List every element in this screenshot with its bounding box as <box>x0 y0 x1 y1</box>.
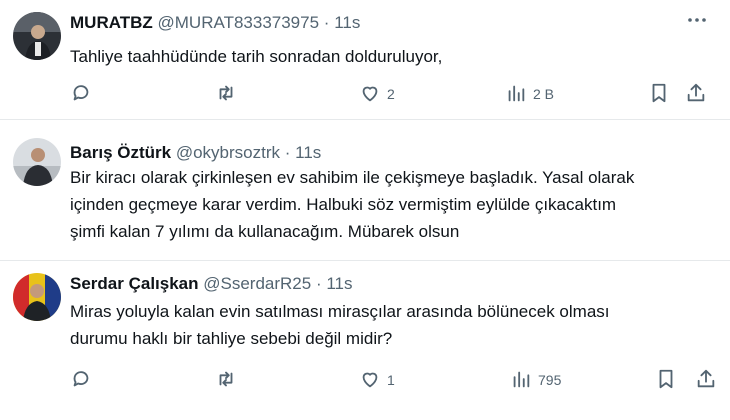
views-count: 2 B <box>533 86 555 102</box>
display-name[interactable]: MURATBZ <box>70 13 153 32</box>
tweet-text: Bir kiracı olarak çirkinleşen ev sahibim… <box>70 164 634 245</box>
reply-icon <box>70 82 92 107</box>
separator-dot: · <box>284 143 291 162</box>
tweet-muratbz[interactable]: MURATBZ @MURAT833373975 · 11s Tahliye ta… <box>0 0 730 118</box>
retweet-button[interactable] <box>215 82 237 106</box>
tweet-text-line: şimfi kalan 7 yılımı da kullanacağım. Mü… <box>70 222 460 241</box>
reply-button[interactable] <box>70 368 92 392</box>
reply-button[interactable] <box>70 82 92 106</box>
separator-dot: · <box>323 13 330 32</box>
tweet-text: Tahliye taahhüdünde tarih sonradan doldu… <box>70 43 442 70</box>
user-handle[interactable]: @MURAT833373975 <box>158 13 320 32</box>
tweet-text-line: içinden geçmeye karar verdim. Halbuki sö… <box>70 195 617 214</box>
action-bar: 2 2 B <box>70 82 720 106</box>
timestamp[interactable]: 11s <box>334 13 360 32</box>
avatar[interactable] <box>13 273 61 321</box>
tweet-text-line: Tahliye taahhüdünde tarih sonradan doldu… <box>70 47 443 66</box>
like-icon <box>359 368 381 393</box>
bookmark-icon <box>655 368 677 393</box>
bookmark-button[interactable] <box>648 82 670 106</box>
tweet-text-line: Bir kiracı olarak çirkinleşen ev sahibim… <box>70 168 635 187</box>
user-handle[interactable]: @SserdarR25 <box>203 274 311 293</box>
retweet-button[interactable] <box>215 368 237 392</box>
avatar[interactable] <box>13 12 61 60</box>
tweet-header: MURATBZ @MURAT833373975 · 11s <box>70 12 360 34</box>
views-count: 795 <box>538 372 562 388</box>
retweet-icon <box>215 82 237 107</box>
tweet-text-line: Miras yoluyla kalan evin satılması miras… <box>70 302 610 321</box>
avatar[interactable] <box>13 138 61 186</box>
tweet-text: Miras yoluyla kalan evin satılması miras… <box>70 298 610 352</box>
like-icon <box>359 82 381 107</box>
tweet-header: Barış Öztürk @okybrsoztrk · 11s <box>70 142 321 164</box>
share-button[interactable] <box>695 368 717 392</box>
share-icon <box>685 82 707 107</box>
bookmark-icon <box>648 82 670 107</box>
tweet-baris-ozturk[interactable]: Barış Öztürk @okybrsoztrk · 11s Bir kira… <box>0 120 730 260</box>
action-bar: 1 795 <box>70 368 720 392</box>
views-icon <box>505 82 527 107</box>
share-button[interactable] <box>685 82 707 106</box>
separator-dot: · <box>315 274 322 293</box>
reply-icon <box>70 368 92 393</box>
tweet-header: Serdar Çalışkan @SserdarR25 · 11s <box>70 273 353 295</box>
like-button[interactable]: 2 <box>359 82 395 106</box>
bookmark-button[interactable] <box>655 368 677 392</box>
retweet-icon <box>215 368 237 393</box>
tweet-serdar-caliskan[interactable]: Serdar Çalışkan @SserdarR25 · 11s Miras … <box>0 261 730 420</box>
user-handle[interactable]: @okybrsoztrk <box>176 143 280 162</box>
views-button[interactable]: 2 B <box>505 82 554 106</box>
timestamp[interactable]: 11s <box>326 274 352 293</box>
tweet-feed: MURATBZ @MURAT833373975 · 11s Tahliye ta… <box>0 0 730 420</box>
views-icon <box>510 368 532 393</box>
timestamp[interactable]: 11s <box>295 143 321 162</box>
like-count: 1 <box>387 372 395 388</box>
like-count: 2 <box>387 86 395 102</box>
more-icon[interactable] <box>685 8 709 32</box>
like-button[interactable]: 1 <box>359 368 395 392</box>
display-name[interactable]: Barış Öztürk <box>70 143 171 162</box>
share-icon <box>695 368 717 393</box>
tweet-text-line: durumu haklı bir tahliye sebebi değil mi… <box>70 329 393 348</box>
display-name[interactable]: Serdar Çalışkan <box>70 274 199 293</box>
views-button[interactable]: 795 <box>510 368 561 392</box>
